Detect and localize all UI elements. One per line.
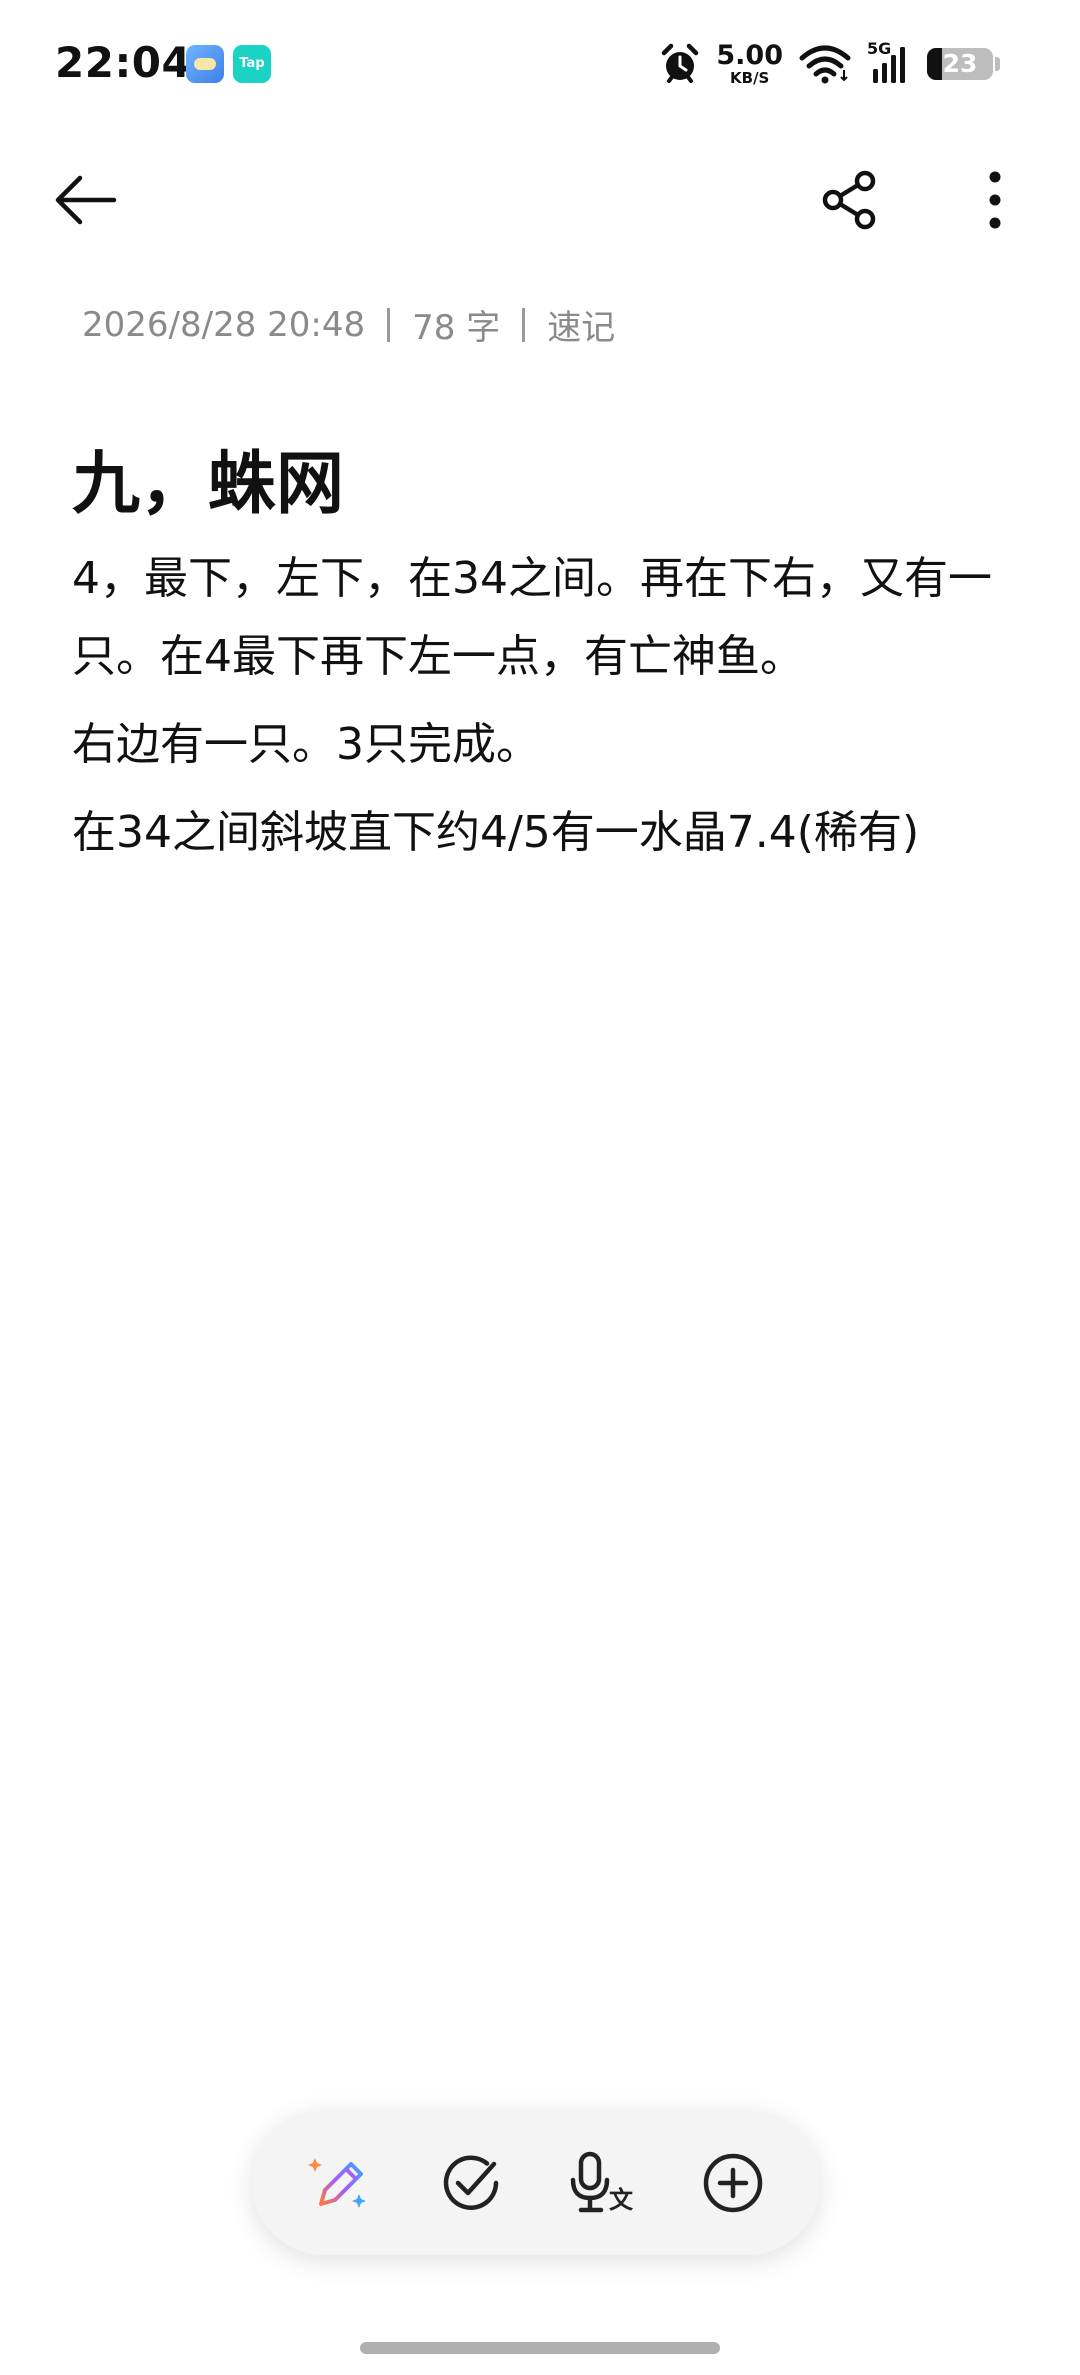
more-options-button[interactable] bbox=[950, 155, 1040, 245]
battery-indicator: 23 bbox=[927, 48, 993, 80]
note-screen: 22:04 Tap 5.00 KB/S 5G 23 2026/8/28 20:4… bbox=[0, 0, 1080, 2375]
battery-level: 23 bbox=[942, 49, 978, 78]
note-title[interactable]: 九，蛛网 bbox=[72, 428, 344, 527]
share-icon bbox=[822, 170, 876, 230]
note-category[interactable]: 速记 bbox=[547, 300, 615, 349]
note-datetime: 2026/8/28 20:48 bbox=[82, 304, 366, 345]
weather-app-icon bbox=[186, 45, 224, 83]
checklist-icon bbox=[443, 2154, 498, 2210]
battery-cap bbox=[995, 57, 1000, 71]
share-button[interactable] bbox=[805, 155, 895, 245]
ai-pen-icon bbox=[307, 2157, 366, 2208]
voice-to-text-icon: 文 bbox=[570, 2151, 634, 2214]
cellular-signal: 5G bbox=[867, 39, 911, 85]
note-paragraph[interactable]: 右边有一只。3只完成。 bbox=[72, 706, 1022, 784]
note-paragraph[interactable]: 在34之间斜坡直下约4/5有一水晶7.4(稀有) bbox=[72, 794, 1022, 872]
svg-text:文: 文 bbox=[609, 2186, 634, 2214]
note-paragraph[interactable]: 4，最下，左下，在34之间。再在下右，又有一只。在4最下再下左一点，有亡神鱼。 bbox=[72, 540, 1022, 696]
more-vertical-icon bbox=[989, 171, 1001, 229]
meta-divider bbox=[387, 307, 391, 342]
network-speed: 5.00 KB/S bbox=[716, 42, 783, 86]
network-speed-value: 5.00 bbox=[716, 40, 783, 71]
ai-writing-button[interactable] bbox=[290, 2133, 390, 2233]
add-attachment-button[interactable] bbox=[683, 2133, 783, 2233]
home-indicator[interactable] bbox=[360, 2342, 720, 2354]
meta-divider bbox=[522, 307, 526, 342]
note-word-count: 78 字 bbox=[412, 308, 501, 348]
bottom-tool-bar: 文 bbox=[252, 2110, 820, 2255]
alarm-icon bbox=[662, 43, 699, 83]
add-icon bbox=[703, 2153, 762, 2212]
note-body[interactable]: 4，最下，左下，在34之间。再在下右，又有一只。在4最下再下左一点，有亡神鱼。 … bbox=[72, 540, 1022, 882]
arrow-left-icon bbox=[55, 175, 117, 225]
tap-app-icon: Tap bbox=[233, 45, 271, 83]
voice-to-text-button[interactable]: 文 bbox=[552, 2133, 652, 2233]
checklist-button[interactable] bbox=[421, 2133, 521, 2233]
back-button[interactable] bbox=[40, 155, 130, 245]
status-indicators: 5.00 KB/S 5G 23 bbox=[660, 38, 1000, 90]
wifi-icon bbox=[799, 45, 851, 84]
note-meta: 2026/8/28 20:48 78 字 速记 bbox=[82, 300, 615, 349]
status-bar: 22:04 Tap 5.00 KB/S 5G 23 bbox=[0, 0, 1080, 130]
network-speed-unit: KB/S bbox=[730, 69, 770, 87]
status-time: 22:04 bbox=[55, 38, 192, 87]
signal-bars-icon bbox=[873, 47, 905, 83]
